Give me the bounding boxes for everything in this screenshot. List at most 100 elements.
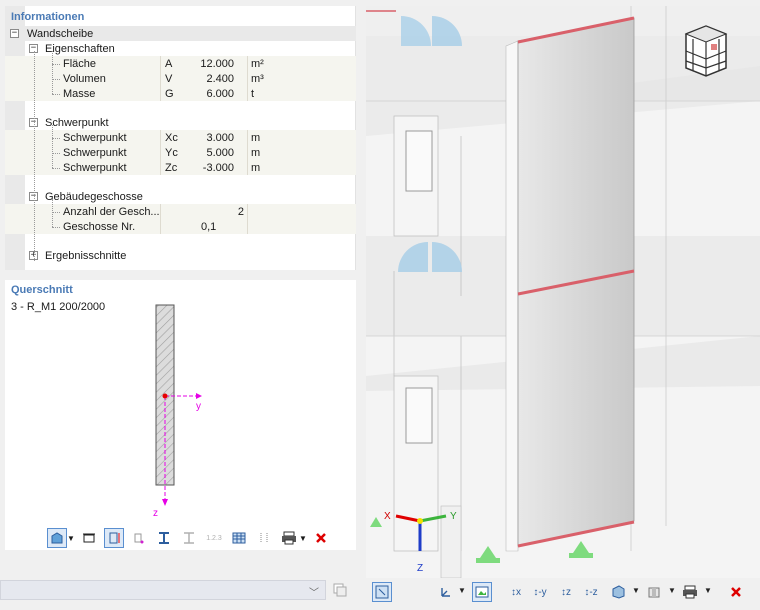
- property-name: Anzahl der Gesch...: [63, 205, 160, 218]
- property-unit: m³: [251, 72, 264, 85]
- section-panel: Querschnitt 3 - R_M1 200/2000 y z ▼ 1.2.…: [5, 280, 356, 550]
- view-minus-y-icon[interactable]: ↕-y: [530, 582, 550, 602]
- dropdown-arrow-icon[interactable]: ▼: [67, 528, 75, 548]
- property-value: 12.000: [200, 57, 234, 70]
- dropdown-arrow-icon[interactable]: ▼: [704, 586, 712, 595]
- tree-line: [52, 64, 60, 65]
- tree-line: [52, 79, 60, 80]
- i-beam-outline-icon[interactable]: [179, 528, 199, 548]
- dimension-icon[interactable]: [104, 528, 124, 548]
- tree-line: [34, 51, 35, 261]
- z-axis-arrow: [162, 499, 168, 506]
- render-icon[interactable]: [644, 582, 664, 602]
- tree-group-schwerpunkt[interactable]: − Schwerpunkt: [5, 115, 356, 130]
- visibility-icon[interactable]: [608, 582, 628, 602]
- property-unit: m²: [251, 57, 264, 70]
- i-beam-icon[interactable]: [154, 528, 174, 548]
- property-value: 5.000: [206, 146, 234, 159]
- axis-system-icon[interactable]: [436, 582, 456, 602]
- property-value: 2: [237, 205, 244, 218]
- y-axis-arrow: [196, 393, 202, 399]
- close-red-icon[interactable]: [311, 528, 331, 548]
- column-divider: [160, 204, 161, 234]
- property-name: Schwerpunkt: [63, 161, 127, 174]
- property-unit: m: [251, 131, 261, 144]
- axis-x-label: X: [384, 511, 391, 522]
- property-value: 0,1: [201, 220, 217, 233]
- tree-line: [52, 138, 60, 139]
- screenshot-icon[interactable]: [472, 582, 492, 602]
- y-axis-label: y: [196, 401, 201, 412]
- result-combo-box[interactable]: ﹀: [0, 580, 326, 600]
- property-name: Schwerpunkt: [63, 146, 127, 159]
- view-x-icon[interactable]: ↕x: [506, 582, 526, 602]
- property-name: Volumen: [63, 72, 106, 85]
- tree-line: [52, 227, 60, 228]
- column-divider: [160, 56, 161, 101]
- tree-line: [52, 199, 53, 227]
- info-panel-title: Informationen: [11, 11, 85, 23]
- tree-group-gebaeudegeschosse[interactable]: − Gebäudegeschosse: [5, 189, 356, 204]
- support-symbol: [476, 546, 500, 563]
- tree-group-ergebnisschnitte[interactable]: + Ergebnisschnitte: [5, 248, 356, 263]
- group-label: Ergebnisschnitte: [45, 249, 127, 262]
- window: [405, 387, 433, 444]
- dropdown-arrow-icon[interactable]: ▼: [458, 586, 466, 595]
- dropdown-arrow-icon[interactable]: ▼: [632, 586, 640, 595]
- property-unit: m: [251, 161, 261, 174]
- tree-line: [52, 125, 53, 168]
- view-toolbar: ▼ ↕x ↕-y ↕z ↕-z ▼ ▼ ▼: [366, 578, 760, 606]
- axis-z-label: Z: [417, 563, 423, 574]
- property-value: 2.400: [206, 72, 234, 85]
- view-minus-z-icon[interactable]: ↕-z: [581, 582, 601, 602]
- section-display-icon[interactable]: [47, 528, 67, 548]
- stress-points-icon[interactable]: [129, 528, 149, 548]
- property-unit: m: [251, 146, 261, 159]
- window: [405, 130, 433, 192]
- support-symbol: [370, 517, 382, 527]
- group-label: Eigenschaften: [45, 42, 115, 55]
- info-panel: Informationen − Wandscheibe − Eigenschaf…: [5, 6, 356, 270]
- tree-line: [52, 51, 53, 94]
- column-divider: [247, 56, 248, 101]
- support-symbol: [569, 541, 593, 558]
- frame-icon[interactable]: [79, 528, 99, 548]
- group-label: Gebäudegeschosse: [45, 190, 143, 203]
- chevron-down-icon[interactable]: ﹀: [309, 584, 319, 599]
- section-toolbar: ▼ 1.2.3 ▼: [47, 528, 336, 548]
- tree-line: [52, 94, 60, 95]
- details-icon[interactable]: [254, 528, 274, 548]
- centroid-point: [162, 393, 168, 399]
- dropdown-arrow-icon[interactable]: ▼: [299, 528, 307, 548]
- property-name: Fläche: [63, 57, 97, 70]
- column-divider: [247, 204, 248, 234]
- copy-icon[interactable]: [329, 580, 351, 600]
- tree-line: [52, 168, 60, 169]
- property-unit: t: [251, 87, 255, 100]
- property-value: 3.000: [206, 131, 234, 144]
- z-axis-label: z: [153, 508, 158, 519]
- column-divider: [160, 130, 161, 175]
- section-drawing: y z: [153, 304, 202, 519]
- close-red-icon[interactable]: [726, 582, 746, 602]
- property-name: Masse: [63, 87, 96, 100]
- view-cube-icon: [684, 25, 728, 77]
- tree-group-eigenschaften[interactable]: − Eigenschaften: [5, 41, 356, 56]
- model-3d-view[interactable]: X Y Z: [366, 6, 760, 578]
- wall-side: [505, 40, 519, 552]
- axis-y-label: Y: [450, 511, 457, 522]
- table-icon[interactable]: [229, 528, 249, 548]
- dropdown-arrow-icon[interactable]: ▼: [668, 586, 676, 595]
- tree-root-label: Wandscheibe: [27, 27, 94, 40]
- tree-root-wandscheibe[interactable]: − Wandscheibe: [5, 26, 356, 41]
- tree-line: [52, 212, 60, 213]
- print-icon[interactable]: [680, 582, 700, 602]
- view-z-icon[interactable]: ↕z: [556, 582, 576, 602]
- collapse-icon[interactable]: −: [10, 29, 19, 38]
- numbering-icon[interactable]: 1.2.3: [204, 528, 224, 548]
- view-select-icon[interactable]: [372, 582, 392, 602]
- print-icon[interactable]: [279, 528, 299, 548]
- property-name: Schwerpunkt: [63, 131, 127, 144]
- column-divider: [247, 130, 248, 175]
- model-3d-scene[interactable]: X Y Z: [366, 6, 760, 578]
